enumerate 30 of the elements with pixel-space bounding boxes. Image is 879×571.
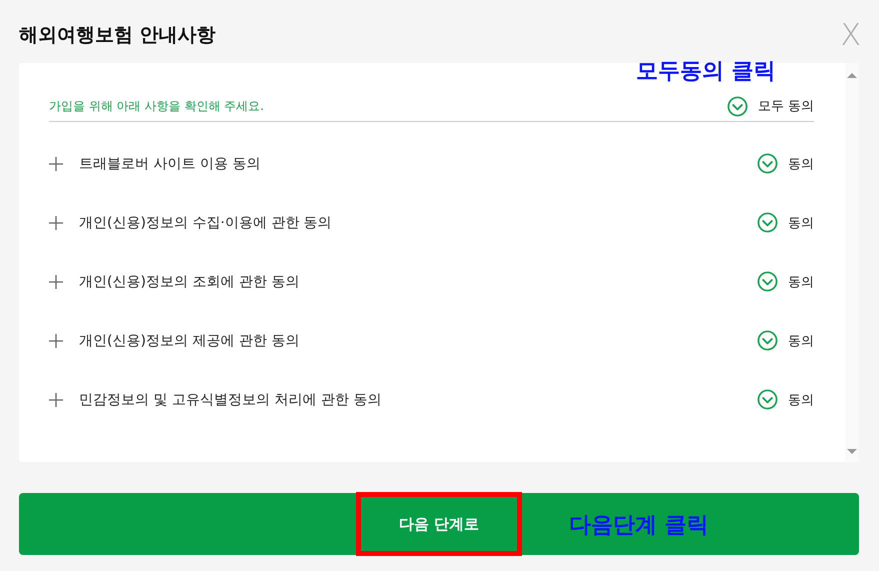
plus-icon[interactable] (49, 274, 63, 288)
agree-label[interactable]: 동의 (788, 154, 814, 172)
plus-icon[interactable] (49, 216, 63, 230)
agree-label[interactable]: 동의 (788, 390, 814, 408)
agree-all-label[interactable]: 모두 동의 (758, 97, 814, 115)
consent-item-label[interactable]: 트래블로버 사이트 이용 동의 (79, 154, 757, 172)
check-circle-icon[interactable] (757, 212, 778, 233)
check-circle-icon[interactable] (726, 96, 748, 116)
dialog-title: 해외여행보험 안내사항 (19, 23, 216, 48)
consent-item-label[interactable]: 개인(신용)정보의 조회에 관한 동의 (79, 272, 757, 290)
plus-icon[interactable] (49, 334, 63, 348)
check-circle-icon[interactable] (757, 271, 778, 292)
check-circle-icon[interactable] (757, 153, 778, 174)
consent-item-label[interactable]: 개인(신용)정보의 수집·이용에 관한 동의 (79, 214, 757, 232)
consent-item-label[interactable]: 개인(신용)정보의 제공에 관한 동의 (79, 332, 757, 350)
agree-label[interactable]: 동의 (788, 272, 814, 290)
check-circle-icon[interactable] (757, 330, 778, 351)
annotation-text: 다음단계 클릭 (569, 512, 709, 540)
scroll-down-icon[interactable] (847, 449, 857, 454)
instruction-text: 가입을 위해 아래 사항을 확인해 주세요. (49, 98, 264, 114)
agree-label[interactable]: 동의 (788, 214, 814, 232)
plus-icon[interactable] (49, 156, 63, 170)
scroll-up-icon[interactable] (847, 73, 857, 78)
plus-icon[interactable] (49, 392, 63, 406)
check-circle-icon[interactable] (757, 389, 778, 410)
agree-label[interactable]: 동의 (788, 332, 814, 350)
scrollbar[interactable] (845, 63, 859, 462)
next-button[interactable]: 다음 단계로 (356, 492, 522, 556)
consent-item-label[interactable]: 민감정보의 및 고유식별정보의 처리에 관한 동의 (79, 390, 757, 408)
annotation-text: 모두동의 클릭 (636, 58, 776, 86)
